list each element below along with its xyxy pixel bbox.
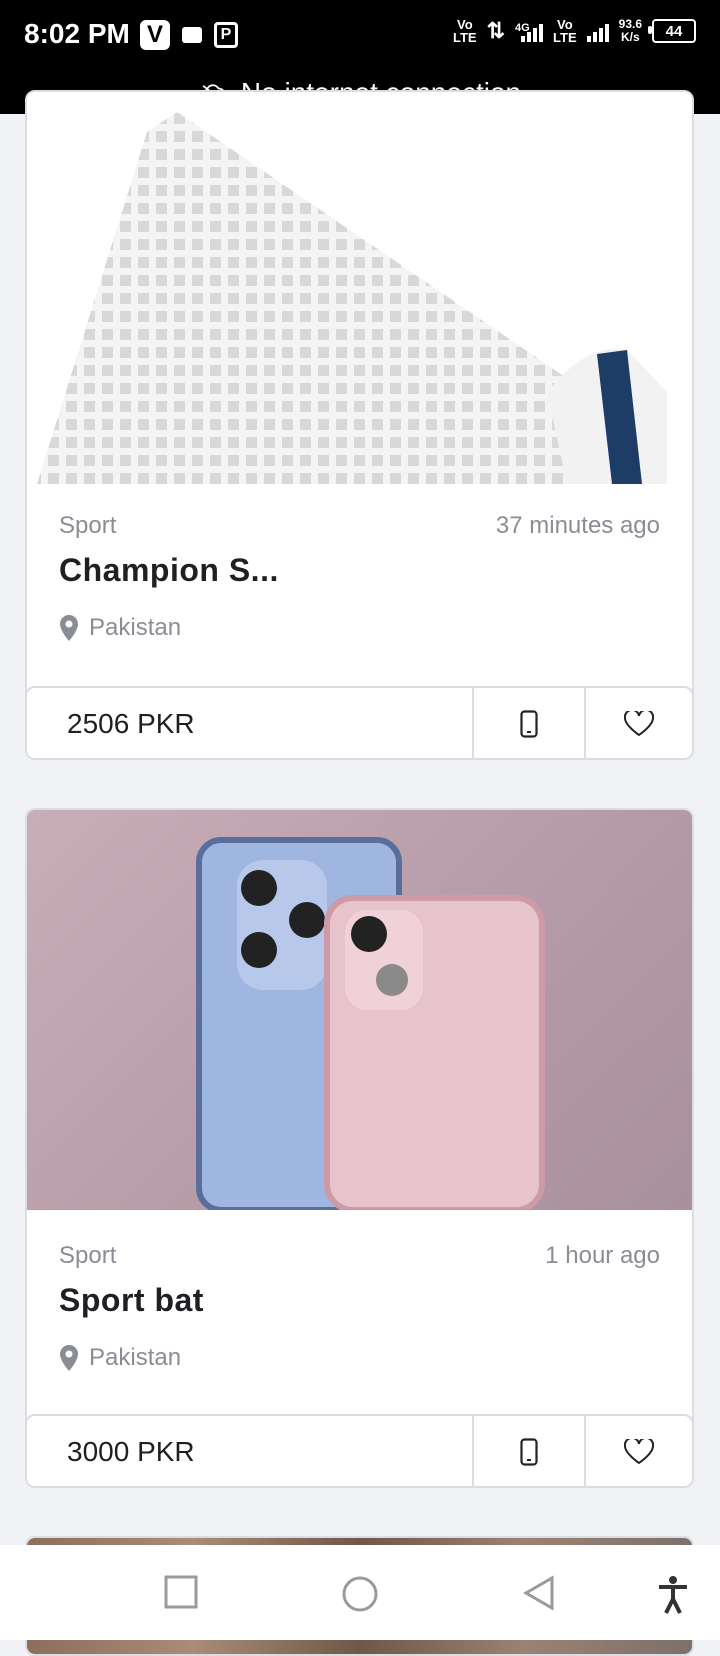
listing-actions: 3000 PKR [27,1414,692,1486]
home-button[interactable] [341,1575,379,1613]
recents-button[interactable] [164,1575,198,1609]
favorite-button[interactable] [584,1416,692,1486]
battery-icon: 44 [648,19,696,43]
heart-icon [624,1439,654,1465]
data-arrows-icon: ⇅ [486,18,506,43]
system-nav-bar [0,1545,720,1640]
accessibility-button[interactable] [656,1575,690,1615]
listing-image[interactable] [27,92,692,484]
notification-icons: V P [140,20,238,50]
listing-location: Pakistan [59,614,181,642]
call-button[interactable] [474,1416,584,1486]
listing-title[interactable]: Sport bat [59,1282,204,1319]
system-indicators: Vo LTE ⇅ 4G Vo LTE 93.6 K/s 44 [453,18,696,44]
back-button[interactable] [522,1575,556,1611]
volte-indicator-1: Vo LTE [453,17,477,45]
listing-title[interactable]: Champion S... [59,552,279,589]
signal-bars-2-icon [586,20,609,42]
network-speed: 93.6 K/s [618,17,642,44]
status-time: 8:02 PM [24,18,130,49]
phone-icon [520,1438,538,1466]
signal-bars-1-icon: 4G [515,20,544,42]
v-app-icon: V [140,20,170,50]
shuttlecock-image [37,112,667,484]
volte-indicator-2: Vo LTE [553,17,577,45]
message-icon [182,27,202,43]
listing-actions: 2506 PKR [27,686,692,758]
listing-price: 3000 PKR [27,1416,474,1486]
location-pin-icon [60,1345,78,1371]
listing-time: 37 minutes ago [495,512,660,539]
listing-card[interactable]: Sport 1 hour ago Sport bat Pakistan 3000… [25,808,694,1488]
favorite-button[interactable] [584,688,692,758]
listing-location: Pakistan [59,1344,181,1372]
phone-icon [520,710,538,738]
location-pin-icon [60,615,78,641]
call-button[interactable] [474,688,584,758]
phones-image [196,837,545,1213]
listing-category: Sport [59,512,117,539]
heart-icon [624,711,654,737]
listing-time: 1 hour ago [545,1242,660,1269]
listing-image[interactable] [27,810,692,1213]
parking-app-icon: P [214,22,238,48]
listing-price: 2506 PKR [27,688,474,758]
listing-card[interactable]: Sport 37 minutes ago Champion S... Pakis… [25,90,694,760]
listing-category: Sport [59,1242,117,1269]
